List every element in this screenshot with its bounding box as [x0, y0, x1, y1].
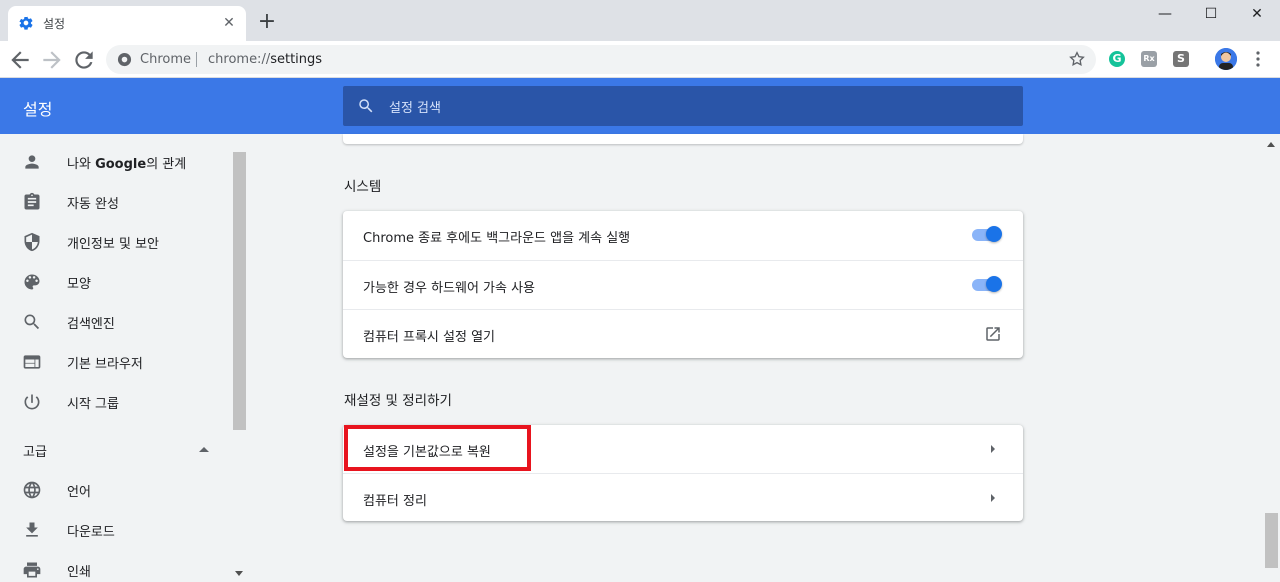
sidebar-item-label: 자동 완성	[67, 197, 119, 212]
setting-row-background-apps[interactable]: Chrome 종료 후에도 백그라운드 앱을 계속 실행	[343, 211, 1023, 260]
url-scheme: chrome://	[208, 52, 271, 67]
sidebar-item-downloads[interactable]: 다운로드	[0, 509, 230, 549]
setting-label: Chrome 종료 후에도 백그라운드 앱을 계속 실행	[363, 231, 631, 246]
omnibox-separator	[196, 52, 197, 67]
gear-icon	[19, 16, 33, 30]
browser-icon	[23, 355, 41, 369]
arrow-right-icon[interactable]	[991, 445, 995, 453]
settings-header: 설정 설정 검색	[0, 78, 1280, 134]
close-tab-icon[interactable]: ✕	[220, 14, 238, 32]
clipboard-icon	[24, 192, 40, 210]
url-path: settings	[270, 52, 323, 67]
search-icon	[359, 99, 373, 113]
system-card: Chrome 종료 후에도 백그라운드 앱을 계속 실행 가능한 경우 하드웨어…	[343, 211, 1023, 358]
reload-icon[interactable]	[71, 47, 97, 73]
s-extension-icon[interactable]: S	[1173, 51, 1189, 67]
search-placeholder: 설정 검색	[389, 101, 441, 116]
scroll-up-arrow-icon[interactable]	[1267, 142, 1275, 147]
title-bar: 설정 ✕ + — ☐ ✕	[0, 0, 1280, 41]
sidebar-item-label: 검색엔진	[67, 317, 115, 332]
tab-title: 설정	[43, 17, 66, 31]
setting-label: 컴퓨터 프록시 설정 열기	[363, 330, 495, 345]
sidebar-scrollbar-thumb[interactable]	[233, 152, 246, 430]
back-arrow-icon[interactable]	[7, 47, 33, 73]
address-bar[interactable]: Chrome chrome://settings	[106, 45, 1096, 74]
profile-avatar[interactable]	[1215, 48, 1237, 70]
main-scrollbar-thumb[interactable]	[1265, 513, 1278, 568]
globe-icon	[23, 481, 41, 499]
hardware-acceleration-toggle[interactable]	[972, 276, 1002, 292]
rx-extension-icon[interactable]: Rx	[1141, 51, 1157, 67]
background-apps-toggle[interactable]	[972, 226, 1002, 242]
settings-sidebar: 나와 Google의 관계 자동 완성 개인정보 및 보안 모양 검색엔진 기본…	[0, 134, 248, 582]
sidebar-item-label: 기본 브라우저	[67, 357, 143, 372]
sidebar-advanced-toggle[interactable]: 고급	[23, 441, 47, 460]
toggle-knob	[986, 226, 1002, 242]
label-prefix: 나와	[67, 157, 96, 172]
palette-icon	[24, 274, 40, 290]
grammarly-extension-icon[interactable]: G	[1109, 51, 1125, 67]
sidebar-item-search-engine[interactable]: 검색엔진	[0, 301, 230, 341]
close-window-button[interactable]: ✕	[1234, 0, 1280, 30]
browser-toolbar: Chrome chrome://settings G Rx S	[0, 41, 1280, 78]
download-icon	[26, 522, 38, 537]
sidebar-item-label: 인쇄	[67, 565, 91, 580]
omnibox-url: chrome://settings	[208, 52, 322, 67]
chrome-logo-icon	[117, 52, 132, 67]
label-bold: Google	[95, 157, 147, 172]
highlight-annotation	[344, 425, 531, 471]
collapse-arrow-icon[interactable]	[199, 447, 209, 452]
bookmark-star-icon[interactable]	[1068, 50, 1086, 68]
more-options-icon[interactable]	[1252, 50, 1264, 68]
setting-row-clean-up-computer[interactable]: 컴퓨터 정리	[343, 473, 1023, 522]
sidebar-item-autofill[interactable]: 자동 완성	[0, 181, 230, 221]
power-icon	[24, 394, 40, 410]
sidebar-item-on-startup[interactable]: 시작 그룹	[0, 381, 230, 421]
sidebar-item-label: 언어	[67, 485, 91, 500]
omnibox-site-name: Chrome	[140, 52, 191, 67]
avatar-photo-icon	[1215, 48, 1237, 70]
sidebar-item-label: 모양	[67, 277, 91, 292]
setting-row-restore-defaults[interactable]: 설정을 기본값으로 복원	[343, 425, 1023, 474]
reset-card: 설정을 기본값으로 복원 컴퓨터 정리	[343, 425, 1023, 521]
setting-row-proxy[interactable]: 컴퓨터 프록시 설정 열기	[343, 309, 1023, 358]
sidebar-item-appearance[interactable]: 모양	[0, 261, 230, 301]
sidebar-item-label: 개인정보 및 보안	[67, 237, 159, 252]
label-suffix: 의 관계	[146, 157, 187, 172]
setting-label: 컴퓨터 정리	[363, 494, 427, 509]
search-icon	[24, 314, 40, 330]
sidebar-item-default-browser[interactable]: 기본 브라우저	[0, 341, 230, 381]
new-tab-button[interactable]: +	[256, 11, 278, 34]
sidebar-item-label: 시작 그룹	[67, 397, 119, 412]
previous-card-bottom	[343, 134, 1023, 144]
person-icon	[25, 155, 39, 169]
toggle-knob	[986, 276, 1002, 292]
sidebar-item-label: 나와 Google의 관계	[67, 153, 186, 172]
page-title: 설정	[23, 100, 53, 119]
sidebar-item-label: 다운로드	[67, 525, 115, 540]
setting-label: 가능한 경우 하드웨어 가속 사용	[363, 281, 536, 296]
minimize-button[interactable]: —	[1142, 0, 1188, 30]
sidebar-item-languages[interactable]: 언어	[0, 469, 230, 509]
sidebar-item-you-and-google[interactable]: 나와 Google의 관계	[0, 141, 230, 181]
settings-main: 시스템 Chrome 종료 후에도 백그라운드 앱을 계속 실행 가능한 경우 …	[248, 134, 1263, 582]
shield-icon	[24, 232, 40, 252]
section-title-system: 시스템	[344, 179, 382, 195]
sidebar-item-privacy[interactable]: 개인정보 및 보안	[0, 221, 230, 261]
scroll-down-arrow-icon[interactable]	[235, 571, 243, 576]
printer-icon	[23, 562, 41, 578]
maximize-button[interactable]: ☐	[1188, 0, 1234, 30]
arrow-right-icon[interactable]	[991, 494, 995, 502]
section-title-reset: 재설정 및 정리하기	[344, 393, 452, 409]
tab-settings[interactable]: 설정 ✕	[8, 6, 246, 41]
forward-arrow-icon[interactable]	[39, 47, 65, 73]
settings-search-input[interactable]: 설정 검색	[343, 86, 1023, 126]
sidebar-item-printing[interactable]: 인쇄	[0, 549, 230, 582]
setting-row-hardware-acceleration[interactable]: 가능한 경우 하드웨어 가속 사용	[343, 260, 1023, 309]
open-in-new-icon[interactable]	[984, 325, 1002, 343]
